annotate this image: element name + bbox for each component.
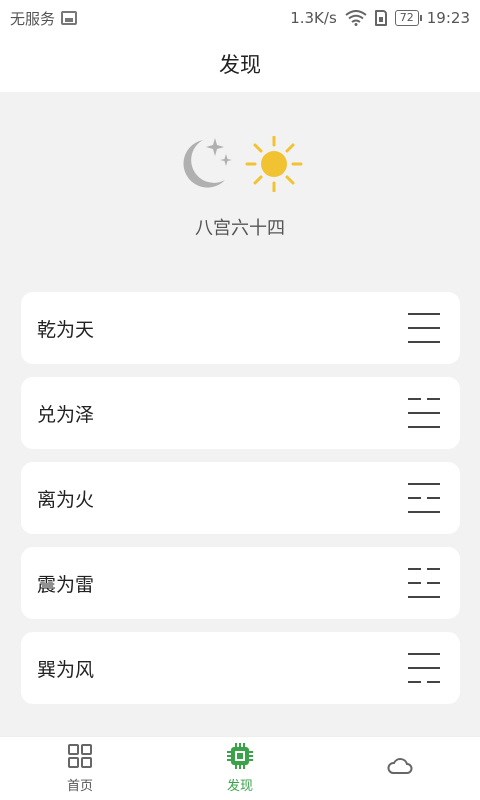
palace-card-label: 兑为泽	[37, 403, 95, 426]
tab-home[interactable]: 首页	[30, 743, 130, 794]
yang-line	[408, 412, 440, 414]
tab-third[interactable]	[350, 753, 450, 785]
cloud-icon	[387, 757, 413, 774]
nav-bar: 发现	[0, 36, 480, 92]
tab-home-label: 首页	[66, 779, 93, 794]
yang-line	[408, 327, 440, 329]
yin-line	[408, 681, 440, 683]
yang-line	[408, 667, 440, 669]
yang-line	[408, 341, 440, 343]
battery-icon: 72	[394, 10, 422, 26]
tab-bar: 首页 发现	[0, 736, 480, 800]
carrier-text: 无服务	[10, 9, 56, 28]
status-bar: 无服务 1.3K/s 72 19:23	[0, 0, 480, 36]
sim-icon	[374, 10, 387, 26]
palace-card-label: 震为雷	[37, 573, 95, 596]
palace-card[interactable]: 兑为泽	[21, 377, 460, 449]
grid-icon	[68, 744, 92, 768]
palace-list: 乾为天兑为泽离为火震为雷巽为风	[21, 292, 460, 717]
yang-line	[408, 483, 440, 485]
network-speed: 1.3K/s	[290, 9, 337, 27]
tab-discover-label: 发现	[226, 779, 253, 794]
moon-sun-icon	[183, 136, 303, 192]
yang-line	[408, 511, 440, 513]
yang-line	[408, 653, 440, 655]
palace-card[interactable]: 震为雷	[21, 547, 460, 619]
page-title: 发现	[219, 53, 261, 77]
clock: 19:23	[426, 9, 470, 27]
palace-card[interactable]: 乾为天	[21, 292, 460, 364]
palace-card-label: 离为火	[37, 488, 95, 511]
trigram-icon	[408, 653, 440, 683]
yin-line	[408, 568, 440, 570]
palace-card[interactable]: 离为火	[21, 462, 460, 534]
trigram-icon	[408, 568, 440, 598]
trigram-icon	[408, 398, 440, 428]
tab-discover[interactable]: 发现	[190, 743, 290, 794]
screenshot-notification-icon	[61, 11, 78, 25]
yang-line	[408, 313, 440, 315]
hero-title: 八宫六十四	[195, 218, 285, 239]
trigram-icon	[408, 313, 440, 343]
chip-icon	[227, 743, 253, 769]
palace-card-label: 乾为天	[37, 318, 95, 341]
status-right: 1.3K/s 72 19:23	[290, 9, 470, 27]
yin-line	[408, 497, 440, 499]
yin-line	[408, 582, 440, 584]
yang-line	[408, 596, 440, 598]
palace-card[interactable]: 巽为风	[21, 632, 460, 704]
hero: 八宫六十四	[0, 92, 480, 282]
yang-line	[408, 426, 440, 428]
status-left: 无服务	[10, 8, 78, 29]
palace-card-label: 巽为风	[37, 658, 95, 681]
yin-line	[408, 398, 440, 400]
wifi-icon	[345, 10, 367, 26]
trigram-icon	[408, 483, 440, 513]
